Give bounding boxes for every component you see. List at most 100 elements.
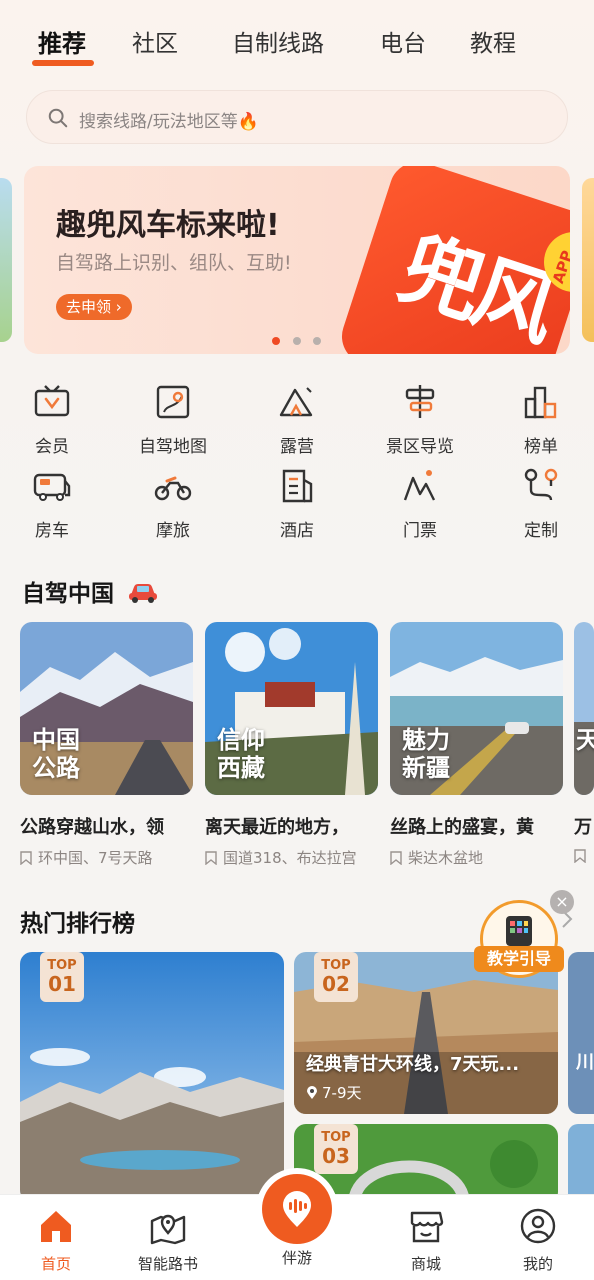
quick-link-label: 摩旅 — [156, 521, 190, 541]
rank-badge: TOP 03 — [314, 1124, 358, 1174]
rank-badge: TOP 02 — [314, 952, 358, 1002]
search-icon — [48, 108, 68, 128]
nav-label: 商城 — [410, 1255, 441, 1273]
tutorial-guide-float[interactable]: 教学引导 — [474, 900, 564, 980]
close-guide-button[interactable]: × — [550, 890, 574, 914]
route-icon — [524, 468, 558, 501]
tv-icon — [34, 385, 70, 417]
ranking-card-top1[interactable]: TOP 01 — [20, 952, 284, 1202]
quick-link-label: 会员 — [35, 437, 69, 457]
destination-card[interactable]: 中国公路 公路穿越山水，领 环中国、7号天路 — [20, 622, 193, 868]
tab-recommend[interactable]: 推荐 — [38, 24, 86, 59]
bookmark-icon — [390, 851, 402, 865]
card-tag — [574, 847, 594, 865]
quick-link-label: 自驾地图 — [139, 437, 207, 457]
self-drive-section-title: 自驾中国 — [22, 574, 158, 608]
ranking-card-top3[interactable]: TOP 03 — [294, 1124, 558, 1204]
nav-label: 首页 — [40, 1255, 71, 1273]
ranking-card-peek[interactable]: 川 — [568, 952, 594, 1114]
audio-wave-icon — [283, 1191, 311, 1227]
promo-banner[interactable]: 兜风 APP 趣兜风车标来啦! 自驾路上识别、组队、互助! 去申领 › — [24, 166, 570, 354]
bookmark-icon — [205, 851, 217, 865]
search-bar[interactable]: 搜索线路/玩法地区等🔥 — [26, 90, 568, 144]
page-dot — [293, 337, 301, 345]
tent-icon — [279, 387, 313, 417]
card-tag: 柴达木盆地 — [390, 847, 563, 868]
card-image-title: 中国公路 — [32, 726, 80, 782]
location-pin-icon — [307, 1086, 317, 1099]
banner-apply-button[interactable]: 去申领 › — [56, 294, 132, 320]
quick-link-membership[interactable]: 会员 — [2, 382, 102, 462]
home-icon — [41, 1211, 71, 1242]
quick-link-camping[interactable]: 露营 — [247, 382, 347, 462]
tab-custom-routes[interactable]: 自制线路 — [232, 24, 324, 58]
page-dot — [313, 337, 321, 345]
active-tab-indicator — [32, 60, 94, 66]
destination-card[interactable]: 信仰西藏 离天最近的地方， 国道318、布达拉宫 — [205, 622, 378, 868]
badge-top-text: TOP — [321, 1130, 351, 1145]
ranking-card-peek[interactable] — [568, 1124, 594, 1204]
quick-link-label: 定制 — [524, 521, 558, 541]
quick-link-scenic-guide[interactable]: 景区导览 — [370, 382, 470, 462]
section-title-text: 自驾中国 — [22, 581, 114, 607]
guide-label: 教学引导 — [474, 946, 564, 972]
hotel-icon — [282, 469, 313, 503]
banner-subtitle: 自驾路上识别、组队、互助! — [56, 252, 292, 274]
card-image-title: 信仰西藏 — [217, 726, 265, 782]
phone-grid-icon — [506, 916, 532, 946]
nav-home[interactable]: 首页 — [16, 1207, 96, 1274]
bar-chart-icon — [524, 386, 557, 419]
banner-pagination — [272, 337, 332, 347]
rv-icon — [33, 473, 71, 501]
tab-community[interactable]: 社区 — [132, 24, 178, 58]
rank-card-title: 经典青甘大环线，7天玩... — [306, 1054, 520, 1075]
badge-top-text: TOP — [321, 958, 351, 973]
badge-rank-number: 02 — [322, 972, 350, 996]
card-tag-text: 柴达木盆地 — [408, 849, 484, 867]
quick-link-label: 门票 — [403, 521, 437, 541]
ticket-icon — [403, 470, 436, 501]
ranking-section-title: 热门排行榜 — [20, 911, 135, 937]
quick-link-drive-map[interactable]: 自驾地图 — [123, 382, 223, 462]
car-icon — [129, 584, 158, 603]
rank-badge: TOP 01 — [40, 952, 84, 1002]
bookmark-icon — [574, 849, 586, 863]
quick-link-hotel[interactable]: 酒店 — [247, 466, 347, 546]
quick-link-custom[interactable]: 定制 — [491, 466, 591, 546]
nav-smart-roadbook[interactable]: 智能路书 — [128, 1207, 208, 1274]
card-tag-text: 国道318、布达拉宫 — [223, 849, 357, 867]
destination-image: 天 — [574, 622, 594, 795]
quick-link-label: 房车 — [35, 521, 69, 541]
destination-image: 魅力新疆 — [390, 622, 563, 795]
badge-rank-number: 01 — [48, 972, 76, 996]
quick-link-label: 榜单 — [524, 437, 558, 457]
card-tag-text: 环中国、7号天路 — [38, 849, 153, 867]
destination-card[interactable]: 魅力新疆 丝路上的盛宴，黄 柴达木盆地 — [390, 622, 563, 868]
card-title: 万 — [574, 817, 592, 838]
quick-link-rv[interactable]: 房车 — [2, 466, 102, 546]
companion-center-button[interactable] — [262, 1174, 332, 1244]
quick-link-tickets[interactable]: 门票 — [370, 466, 470, 546]
quick-link-rankings[interactable]: 榜单 — [491, 382, 591, 462]
nav-label: 我的 — [522, 1255, 553, 1273]
quick-link-moto-travel[interactable]: 摩旅 — [123, 466, 223, 546]
nav-profile[interactable]: 我的 — [498, 1207, 578, 1274]
tab-radio[interactable]: 电台 — [380, 24, 426, 58]
card-image-title: 魅力新疆 — [402, 726, 450, 782]
top-tab-bar: 推荐 社区 自制线路 电台 教程 — [0, 0, 594, 80]
nav-store[interactable]: 商城 — [386, 1207, 466, 1274]
tab-tutorial[interactable]: 教程 — [470, 24, 516, 58]
card-title: 离天最近的地方， — [205, 817, 349, 838]
banner-title: 趣兜风车标来啦! — [56, 208, 280, 243]
destination-card-peek[interactable]: 天 万 — [574, 622, 594, 865]
profile-icon — [520, 1208, 556, 1244]
destination-image: 信仰西藏 — [205, 622, 378, 795]
badge-top-text: TOP — [47, 958, 77, 973]
home-page: 推荐 社区 自制线路 电台 教程 搜索线路/玩法地区等🔥 兜风 APP 趣兜风车… — [0, 0, 594, 1280]
card-tag: 国道318、布达拉宫 — [205, 847, 378, 868]
map-pin-book-icon — [150, 1214, 186, 1245]
nav-label: 智能路书 — [137, 1255, 198, 1273]
banner-prev-peek[interactable] — [0, 178, 12, 342]
card-image-title: 天 — [576, 726, 594, 754]
banner-next-peek[interactable] — [582, 178, 594, 342]
